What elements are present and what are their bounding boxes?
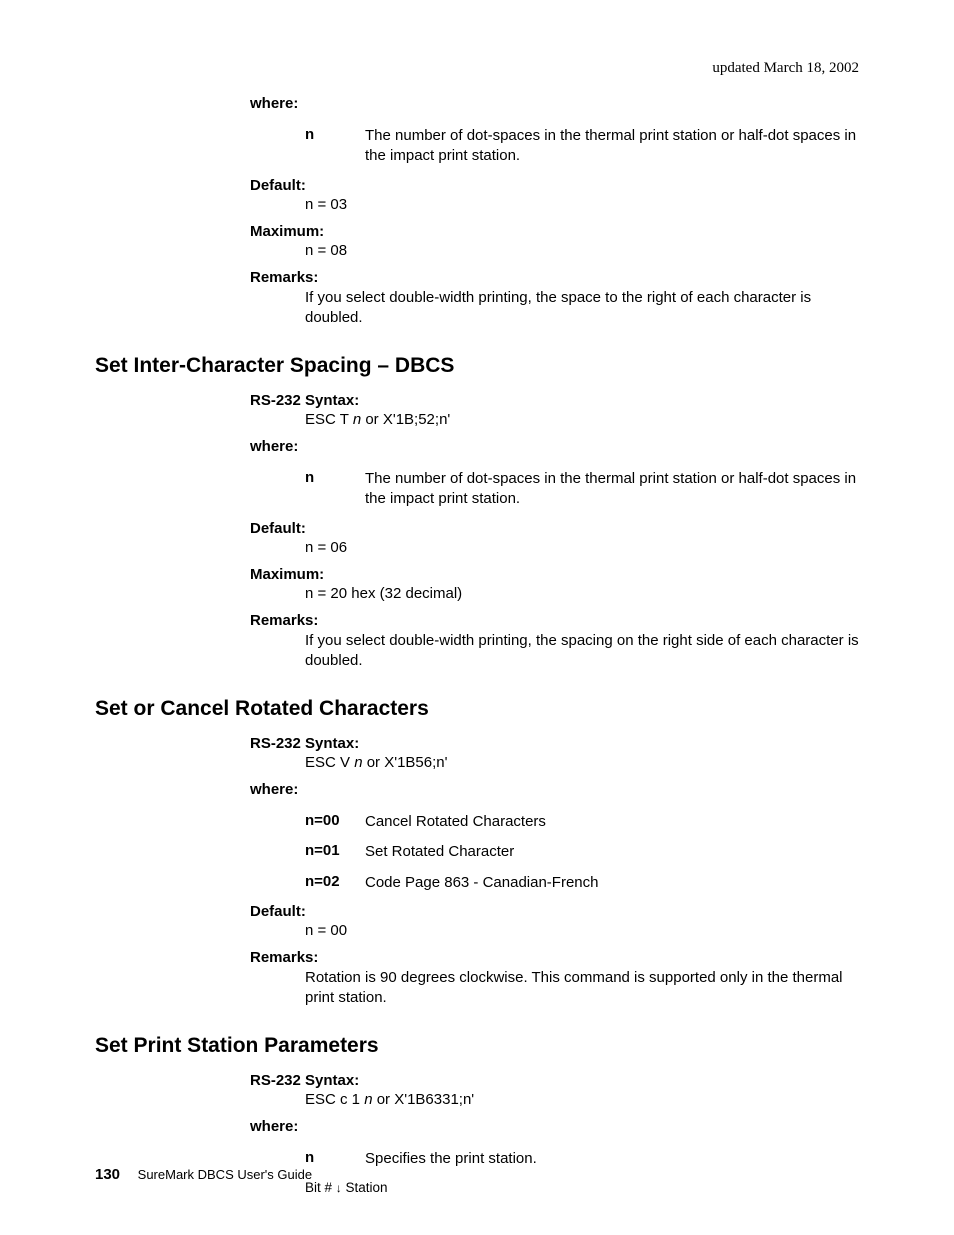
remarks-label: Remarks: (250, 269, 859, 286)
default-value: n = 00 (305, 922, 859, 939)
section2-block: RS-232 Syntax: ESC V n or X'1B56;n' wher… (250, 735, 859, 1008)
where-label: where: (250, 1118, 859, 1135)
param-n-term: n (305, 469, 365, 510)
default-value: n = 06 (305, 539, 859, 556)
maximum-label: Maximum: (250, 223, 859, 240)
remarks-label: Remarks: (250, 612, 859, 629)
syntax-label: RS-232 Syntax: (250, 735, 859, 752)
section-heading-station: Set Print Station Parameters (95, 1034, 859, 1058)
remarks-value: Rotation is 90 degrees clockwise. This c… (305, 968, 859, 1009)
param-n-desc: The number of dot-spaces in the thermal … (365, 126, 859, 167)
section3-block: RS-232 Syntax: ESC c 1 n or X'1B6331;n' … (250, 1072, 859, 1194)
param-n-desc: The number of dot-spaces in the thermal … (365, 469, 859, 510)
option-desc: Cancel Rotated Characters (365, 812, 546, 832)
syntax-value: ESC V n or X'1B56;n' (305, 754, 859, 771)
default-label: Default: (250, 903, 859, 920)
remarks-label: Remarks: (250, 949, 859, 966)
page-footer: 130 SureMark DBCS User's Guide (95, 1166, 312, 1183)
remarks-value: If you select double-width printing, the… (305, 288, 859, 329)
default-label: Default: (250, 520, 859, 537)
option-term: n=02 (305, 873, 365, 893)
section-heading-dbcs: Set Inter-Character Spacing – DBCS (95, 354, 859, 378)
maximum-label: Maximum: (250, 566, 859, 583)
param-n-desc: Specifies the print station. (365, 1149, 537, 1169)
remarks-value: If you select double-width printing, the… (305, 631, 859, 672)
intro-block: where: n The number of dot-spaces in the… (250, 95, 859, 328)
where-label: where: (250, 95, 859, 112)
updated-date: updated March 18, 2002 (95, 60, 859, 77)
option-desc: Code Page 863 - Canadian-French (365, 873, 598, 893)
option-term: n=00 (305, 812, 365, 832)
default-label: Default: (250, 177, 859, 194)
section1-block: RS-232 Syntax: ESC T n or X'1B;52;n' whe… (250, 392, 859, 671)
default-value: n = 03 (305, 196, 859, 213)
option-term: n=01 (305, 842, 365, 862)
param-n-term: n (305, 1149, 365, 1169)
maximum-value: n = 20 hex (32 decimal) (305, 585, 859, 602)
where-label: where: (250, 781, 859, 798)
syntax-value: ESC c 1 n or X'1B6331;n' (305, 1091, 859, 1108)
param-n-term: n (305, 126, 365, 167)
page-number: 130 (95, 1166, 120, 1183)
maximum-value: n = 08 (305, 242, 859, 259)
syntax-label: RS-232 Syntax: (250, 1072, 859, 1089)
where-label: where: (250, 438, 859, 455)
option-desc: Set Rotated Character (365, 842, 514, 862)
guide-title: SureMark DBCS User's Guide (138, 1167, 312, 1182)
table-header: Bit # ↓ Station (305, 1180, 859, 1195)
syntax-label: RS-232 Syntax: (250, 392, 859, 409)
section-heading-rotated: Set or Cancel Rotated Characters (95, 697, 859, 721)
syntax-value: ESC T n or X'1B;52;n' (305, 411, 859, 428)
